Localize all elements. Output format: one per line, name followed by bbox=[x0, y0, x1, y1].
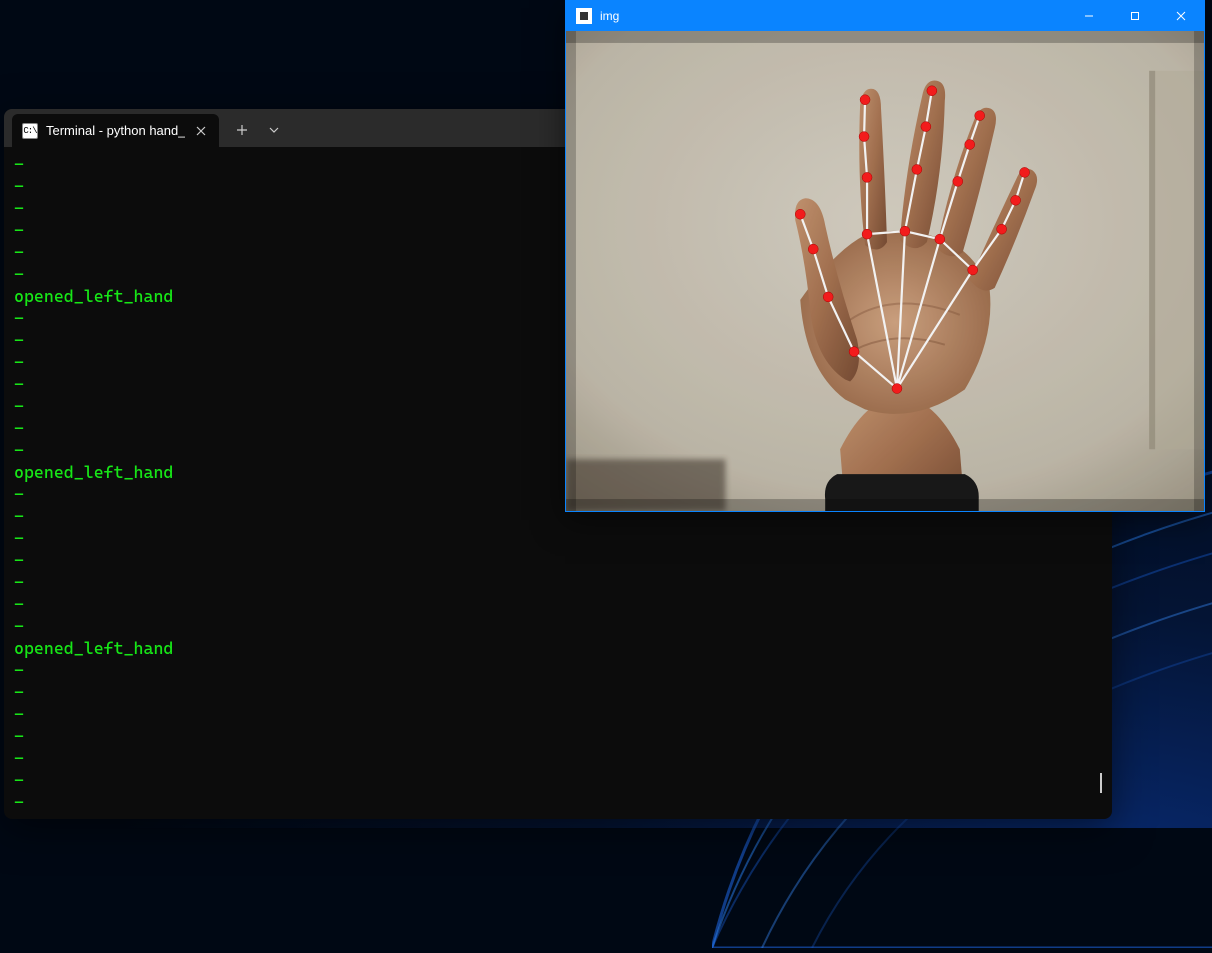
minimize-button[interactable] bbox=[1066, 1, 1112, 31]
terminal-line: - bbox=[14, 747, 1102, 769]
terminal-line: - bbox=[14, 593, 1102, 615]
terminal-line: opened_left_hand bbox=[14, 637, 1102, 659]
cv-image-window: img bbox=[565, 0, 1205, 512]
terminal-line: - bbox=[14, 615, 1102, 637]
terminal-tab-icon: C:\ bbox=[22, 123, 38, 139]
maximize-button[interactable] bbox=[1112, 1, 1158, 31]
close-button[interactable] bbox=[1158, 1, 1204, 31]
new-tab-button[interactable] bbox=[225, 115, 259, 145]
terminal-tab-title: Terminal - python hand_ bbox=[46, 123, 185, 138]
terminal-tab[interactable]: C:\ Terminal - python hand_ bbox=[12, 114, 219, 147]
terminal-line: - bbox=[14, 571, 1102, 593]
terminal-line: - bbox=[14, 769, 1102, 791]
close-tab-icon[interactable] bbox=[193, 123, 209, 139]
terminal-line: - bbox=[14, 703, 1102, 725]
img-window-title: img bbox=[600, 9, 1066, 23]
terminal-line: - bbox=[14, 659, 1102, 681]
terminal-line: - bbox=[14, 549, 1102, 571]
terminal-line: - bbox=[14, 527, 1102, 549]
app-icon bbox=[576, 8, 592, 24]
tab-dropdown-button[interactable] bbox=[259, 115, 289, 145]
terminal-line: - bbox=[14, 681, 1102, 703]
camera-feed bbox=[566, 31, 1204, 511]
terminal-line: - bbox=[14, 791, 1102, 813]
text-cursor bbox=[1100, 773, 1102, 793]
img-window-titlebar[interactable]: img bbox=[566, 1, 1204, 31]
terminal-line: - bbox=[14, 725, 1102, 747]
